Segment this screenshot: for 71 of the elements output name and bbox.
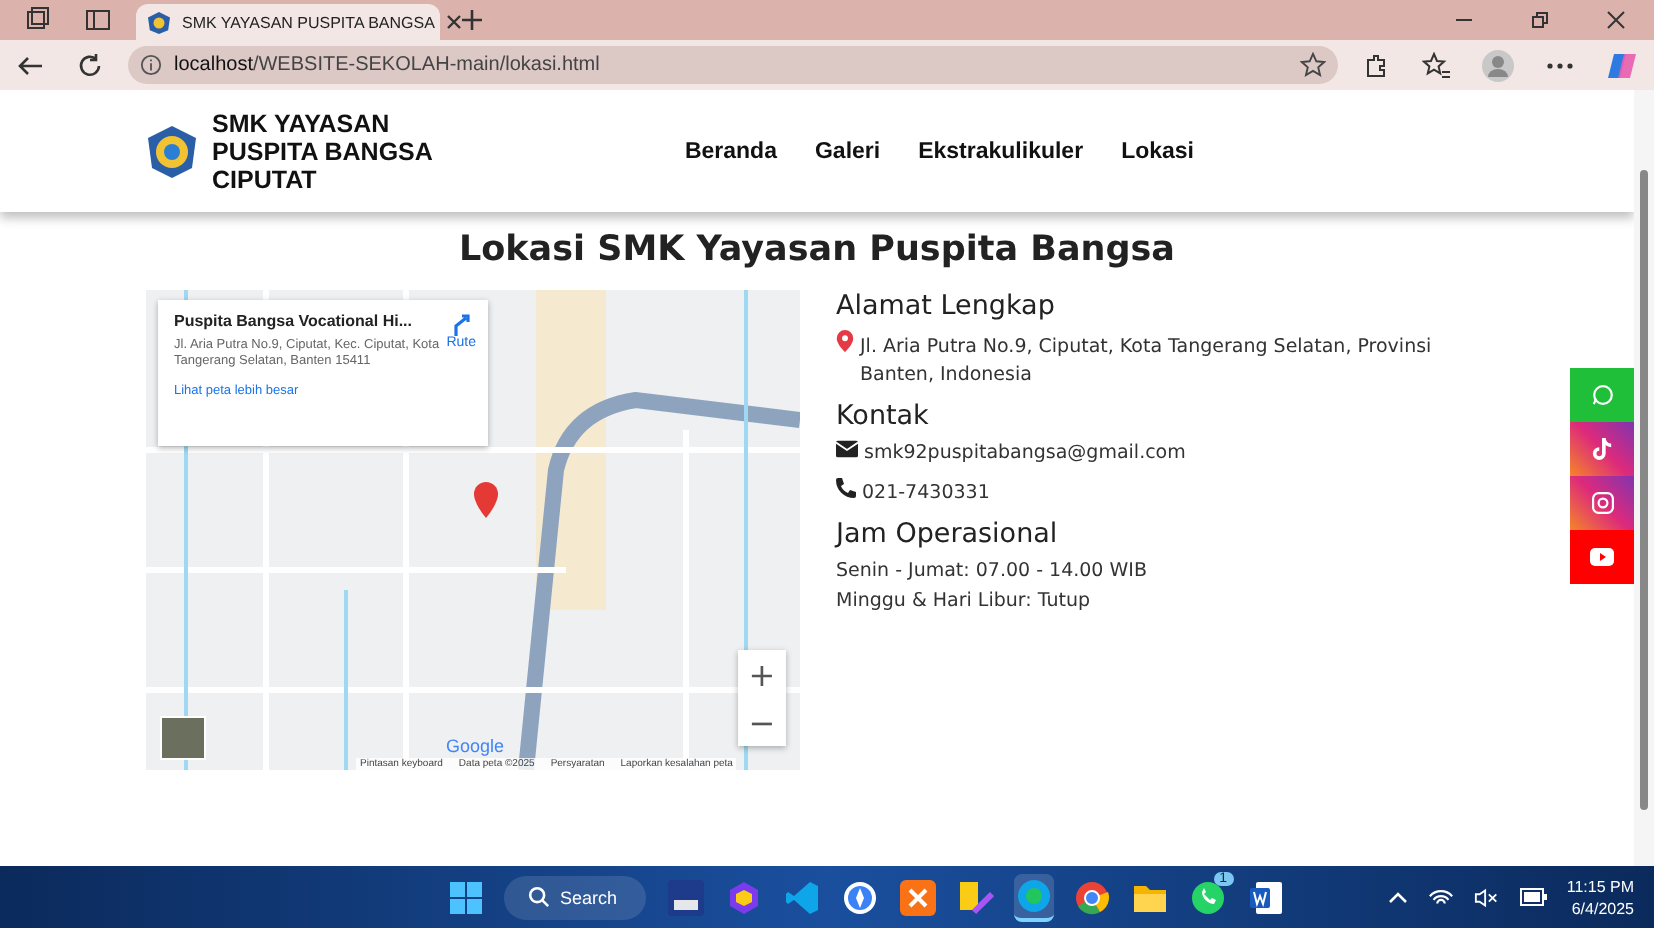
more-icon[interactable] bbox=[1546, 61, 1574, 69]
hours-text: Senin - Jumat: 07.00 - 14.00 WIB bbox=[836, 558, 1147, 586]
address-bar[interactable]: localhost/WEBSITE-SEKOLAH-main/lokasi.html bbox=[128, 46, 1338, 84]
battery-icon[interactable] bbox=[1520, 888, 1549, 906]
phone-icon bbox=[836, 478, 856, 498]
star-icon[interactable] bbox=[1300, 52, 1326, 78]
url-text: localhost/WEBSITE-SEKOLAH-main/lokasi.html bbox=[174, 54, 600, 76]
wifi-icon[interactable] bbox=[1428, 887, 1455, 907]
email-text: smk92puspitabangsa@gmail.com bbox=[864, 440, 1186, 468]
zoom-in-button[interactable]: + bbox=[738, 650, 786, 698]
close-tab-icon[interactable] bbox=[446, 14, 463, 30]
workspaces-icon[interactable] bbox=[24, 6, 52, 34]
clock[interactable]: 11:15 PM 6/4/2025 bbox=[1566, 875, 1634, 919]
place-title: Puspita Bangsa Vocational Hi... bbox=[174, 312, 414, 330]
favicon-icon bbox=[148, 11, 170, 33]
section-heading: Alamat Lengkap bbox=[836, 290, 1057, 322]
whatsapp-icon bbox=[1591, 384, 1613, 406]
nav-link[interactable]: Beranda bbox=[684, 139, 777, 163]
map-logo: Google bbox=[446, 736, 505, 756]
favorites-icon[interactable] bbox=[1422, 51, 1450, 79]
address-text: Jl. Aria Putra No.9, Ciputat, Kota Tangerang Selatan, Provinsi Banten, Indonesia bbox=[860, 334, 1434, 390]
envelope-icon bbox=[836, 440, 858, 458]
nav-link[interactable]: Lokasi bbox=[1121, 139, 1194, 163]
tab-sidebar-icon[interactable] bbox=[84, 6, 112, 34]
extensions-icon[interactable] bbox=[1362, 51, 1390, 79]
browser-icon bbox=[1073, 879, 1110, 915]
close-icon[interactable] bbox=[1606, 10, 1626, 30]
school-name: PUSPITA BANGSA bbox=[212, 137, 433, 165]
directions-icon bbox=[449, 312, 474, 336]
chat-icon bbox=[1189, 879, 1226, 915]
cube-icon bbox=[725, 879, 762, 915]
section-heading: Kontak bbox=[836, 400, 931, 432]
school-name: CIPUTAT bbox=[212, 165, 319, 193]
document-icon bbox=[1247, 879, 1284, 915]
scrollbar[interactable] bbox=[1634, 90, 1654, 866]
zoom-out-button[interactable]: − bbox=[738, 698, 786, 746]
hours-text: Minggu & Hari Libur: Tutup bbox=[836, 588, 1091, 616]
profile-icon[interactable] bbox=[1482, 49, 1514, 81]
instagram-button[interactable] bbox=[1570, 476, 1634, 530]
new-tab-icon[interactable] bbox=[460, 8, 484, 32]
school-logo-icon bbox=[144, 123, 200, 179]
compass-icon bbox=[841, 879, 878, 915]
tiktok-icon bbox=[1592, 438, 1612, 460]
clock-time: 11:15 PM bbox=[1566, 875, 1634, 897]
search-button[interactable]: Search bbox=[504, 875, 646, 919]
browser-icon bbox=[1015, 877, 1052, 913]
chevron-up-icon[interactable] bbox=[1388, 890, 1409, 904]
info-icon bbox=[140, 54, 162, 76]
start-icon[interactable] bbox=[450, 881, 482, 913]
back-icon[interactable] bbox=[16, 51, 44, 79]
phone-text: 021-7430331 bbox=[862, 480, 990, 508]
reload-icon[interactable] bbox=[76, 51, 104, 79]
page-heading: Lokasi SMK Yayasan Puspita Bangsa bbox=[457, 230, 1177, 270]
taskbar-app[interactable] bbox=[1013, 873, 1054, 921]
instagram-icon bbox=[1591, 492, 1613, 514]
nav-link[interactable]: Ekstrakulikuler bbox=[918, 139, 1084, 163]
tiktok-button[interactable] bbox=[1570, 422, 1634, 476]
clock-date: 6/4/2025 bbox=[1571, 897, 1634, 919]
pin-icon bbox=[836, 330, 854, 352]
nav-link[interactable]: Galeri bbox=[814, 139, 881, 163]
search-icon bbox=[528, 886, 550, 908]
restore-icon[interactable] bbox=[1530, 10, 1550, 30]
school-name: SMK YAYASAN bbox=[212, 109, 392, 137]
youtube-icon bbox=[1590, 548, 1614, 566]
satellite-thumbnail[interactable] bbox=[160, 716, 206, 760]
tab-title: SMK YAYASAN PUSPITA BANGSA bbox=[182, 13, 435, 31]
drawing-tool-icon bbox=[957, 879, 994, 915]
speaker-muted-icon[interactable] bbox=[1474, 887, 1501, 907]
youtube-button[interactable] bbox=[1570, 530, 1634, 584]
section-heading: Jam Operasional bbox=[836, 518, 1060, 550]
copilot-icon[interactable] bbox=[1606, 49, 1638, 81]
